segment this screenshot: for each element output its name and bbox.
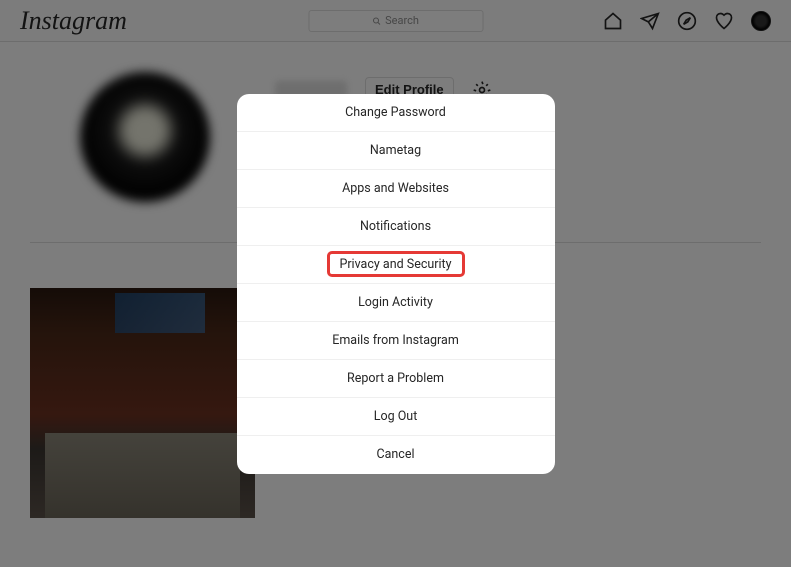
settings-modal: Change Password Nametag Apps and Website… xyxy=(237,94,555,474)
modal-item-apps-websites[interactable]: Apps and Websites xyxy=(237,170,555,208)
modal-item-cancel[interactable]: Cancel xyxy=(237,436,555,474)
modal-item-privacy-security[interactable]: Privacy and Security xyxy=(237,246,555,284)
modal-item-nametag[interactable]: Nametag xyxy=(237,132,555,170)
modal-item-notifications[interactable]: Notifications xyxy=(237,208,555,246)
modal-item-login-activity[interactable]: Login Activity xyxy=(237,284,555,322)
modal-item-report-problem[interactable]: Report a Problem xyxy=(237,360,555,398)
modal-item-log-out[interactable]: Log Out xyxy=(237,398,555,436)
modal-item-emails[interactable]: Emails from Instagram xyxy=(237,322,555,360)
modal-item-change-password[interactable]: Change Password xyxy=(237,94,555,132)
